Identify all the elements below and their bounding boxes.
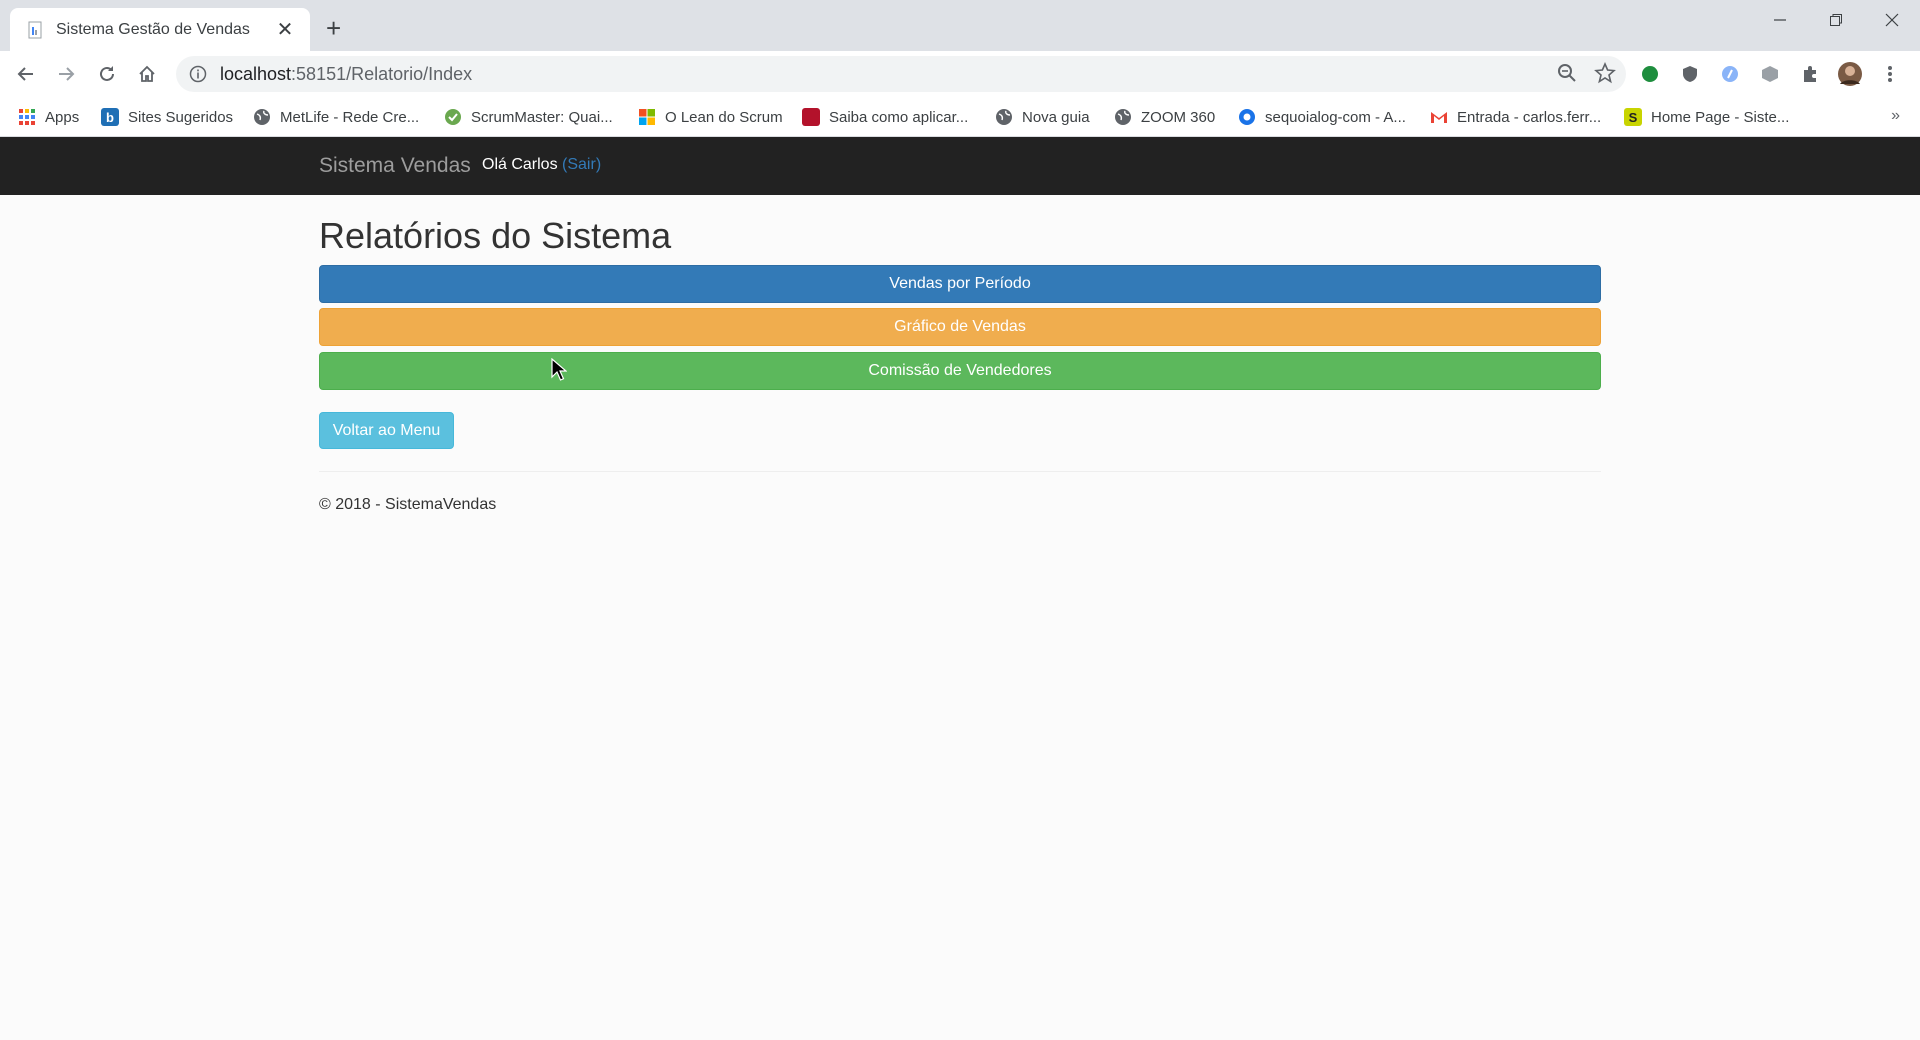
site-info-icon[interactable] [188, 64, 208, 84]
reload-icon[interactable] [93, 60, 121, 88]
grafico-de-vendas-button[interactable]: Gráfico de Vendas [319, 308, 1601, 346]
bookmark-scrummaster[interactable]: ScrumMaster: Quai... [444, 104, 613, 130]
bookmark-zoom-360[interactable]: ZOOM 360 [1114, 104, 1215, 130]
logout-link[interactable]: (Sair) [562, 156, 601, 173]
microsoft-icon [638, 108, 656, 126]
url-text: localhost:58151/Relatorio/Index [220, 63, 473, 84]
red-book-icon [802, 108, 820, 126]
gmail-icon [1430, 108, 1448, 126]
close-tab-icon[interactable]: ✕ [274, 17, 296, 42]
bookmark-label: ZOOM 360 [1141, 108, 1216, 126]
bookmark-label: O Lean do Scrum [665, 108, 783, 126]
bookmark-home-page[interactable]: S Home Page - Siste... [1624, 104, 1789, 130]
bookmark-label: Apps [45, 108, 80, 126]
user-greeting: Olá Carlos (Sair) [482, 156, 601, 174]
cube-extension-icon[interactable] [1756, 60, 1784, 88]
greeting-text: Olá Carlos [482, 156, 558, 173]
puzzle-extensions-icon[interactable] [1796, 60, 1824, 88]
zoom-icon[interactable] [1556, 62, 1578, 89]
shield-extension-icon[interactable] [1676, 60, 1704, 88]
page-favicon-icon [28, 21, 42, 38]
address-bar[interactable]: localhost:58151/Relatorio/Index [176, 56, 1626, 92]
close-window-icon[interactable] [1864, 0, 1920, 40]
navbar-brand[interactable]: Sistema Vendas [319, 154, 471, 178]
kebab-menu-icon[interactable] [1876, 60, 1904, 88]
bookmark-star-icon[interactable] [1594, 61, 1616, 89]
bookmark-sequoialog[interactable]: sequoialog-com - A... [1238, 104, 1406, 130]
bookmark-metlife[interactable]: MetLife - Rede Cre... [253, 104, 419, 130]
new-tab-button[interactable]: + [326, 15, 341, 41]
globe-icon [253, 108, 271, 126]
globe-icon [995, 108, 1013, 126]
bookmark-nova-guia[interactable]: Nova guia [995, 104, 1090, 130]
bookmark-label: Home Page - Siste... [1651, 108, 1790, 126]
circle-o-icon [1238, 108, 1256, 126]
bookmarks-bar: Apps b Sites Sugeridos MetLife - Rede Cr… [0, 97, 1920, 137]
forward-arrow-icon[interactable] [52, 60, 80, 88]
bookmark-lean-do-scrum[interactable]: O Lean do Scrum [638, 104, 783, 130]
footer-copyright: © 2018 - SistemaVendas [319, 496, 497, 513]
bookmark-sites-sugeridos[interactable]: b Sites Sugeridos [101, 104, 233, 130]
back-arrow-icon[interactable] [12, 60, 40, 88]
bookmark-entrada-gmail[interactable]: Entrada - carlos.ferr... [1430, 104, 1601, 130]
more-bookmarks-icon[interactable]: » [1891, 107, 1900, 125]
avatar[interactable] [1836, 60, 1864, 88]
bookmark-label: Entrada - carlos.ferr... [1457, 108, 1602, 126]
bookmark-label: Sites Sugeridos [128, 108, 234, 126]
restore-icon[interactable] [1808, 0, 1864, 40]
green-extension-icon[interactable] [1636, 60, 1664, 88]
scrum-icon [444, 108, 462, 126]
vendas-por-periodo-button[interactable]: Vendas por Período [319, 265, 1601, 303]
blue-extension-icon[interactable] [1716, 60, 1744, 88]
page-title: Relatórios do Sistema [319, 215, 672, 256]
bing-icon: b [101, 108, 119, 126]
minimize-icon[interactable] [1752, 0, 1808, 40]
apps-grid-icon [18, 108, 36, 126]
site-navbar: Sistema Vendas Olá Carlos (Sair) [0, 137, 1920, 195]
globe-icon [1114, 108, 1132, 126]
s-logo-icon: S [1624, 108, 1642, 126]
browser-tab-strip: Sistema Gestão de Vendas ✕ + [0, 0, 1920, 51]
comissao-de-vendedores-button[interactable]: Comissão de Vendedores [319, 352, 1601, 390]
footer-divider [319, 471, 1601, 472]
bookmark-label: sequoialog-com - A... [1265, 108, 1406, 126]
bookmark-apps[interactable]: Apps [18, 104, 79, 130]
bookmark-label: MetLife - Rede Cre... [280, 108, 420, 126]
home-icon[interactable] [133, 60, 161, 88]
mouse-cursor-icon [551, 358, 567, 381]
bookmark-label: Saiba como aplicar... [829, 108, 969, 126]
bookmark-label: Nova guia [1022, 108, 1090, 126]
bookmark-saiba-como-aplicar[interactable]: Saiba como aplicar... [802, 104, 968, 130]
bookmark-label: ScrumMaster: Quai... [471, 108, 613, 126]
browser-toolbar: localhost:58151/Relatorio/Index [0, 51, 1920, 97]
browser-tab[interactable]: Sistema Gestão de Vendas ✕ [10, 8, 310, 51]
voltar-ao-menu-button[interactable]: Voltar ao Menu [319, 412, 454, 449]
tab-title: Sistema Gestão de Vendas [56, 20, 250, 38]
